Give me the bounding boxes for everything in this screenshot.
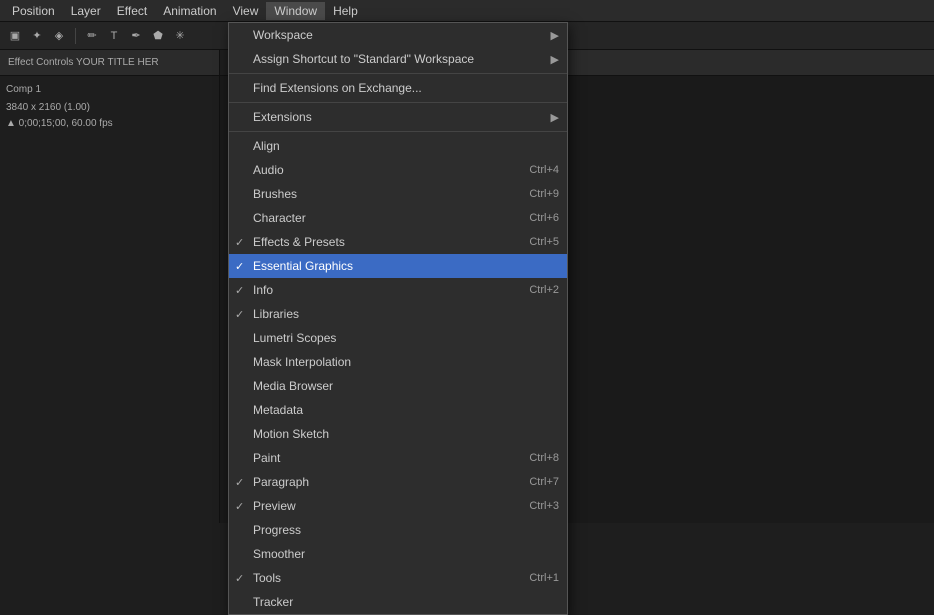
menu-item-mask-interpolation[interactable]: Mask Interpolation [229,350,567,374]
menu-item-mask-interpolation-label: Mask Interpolation [253,355,351,369]
menu-item-tools[interactable]: ✓ Tools Ctrl+1 [229,566,567,590]
menu-item-find-extensions[interactable]: Find Extensions on Exchange... [229,76,567,100]
menu-item-info-shortcut: Ctrl+2 [529,284,559,296]
menu-item-info[interactable]: ✓ Info Ctrl+2 [229,278,567,302]
dropdown-overlay: Workspace ▶ Assign Shortcut to "Standard… [0,0,934,523]
menu-item-effects-presets-shortcut: Ctrl+5 [529,236,559,248]
menu-item-tracker[interactable]: Tracker [229,590,567,614]
menu-item-character[interactable]: Character Ctrl+6 [229,206,567,230]
check-preview: ✓ [235,500,244,513]
menu-item-tracker-label: Tracker [253,595,293,609]
menu-item-essential-graphics-label: Essential Graphics [253,259,353,273]
menu-item-metadata[interactable]: Metadata [229,398,567,422]
menu-item-tools-label: Tools [253,571,281,585]
menu-item-motion-sketch[interactable]: Motion Sketch [229,422,567,446]
menu-item-workspace-label: Workspace [253,28,313,42]
menu-item-extensions-label: Extensions [253,110,312,124]
menu-item-brushes[interactable]: Brushes Ctrl+9 [229,182,567,206]
menu-separator-2 [229,102,567,103]
menu-item-paint[interactable]: Paint Ctrl+8 [229,446,567,470]
menu-item-align[interactable]: Align [229,134,567,158]
menu-item-smoother-label: Smoother [253,547,305,561]
menu-item-paint-label: Paint [253,451,280,465]
menu-item-paragraph-label: Paragraph [253,475,309,489]
menu-item-preview-label: Preview [253,499,296,513]
menu-item-align-label: Align [253,139,280,153]
menu-item-libraries[interactable]: ✓ Libraries [229,302,567,326]
submenu-arrow-extensions: ▶ [551,111,559,124]
menu-item-lumetri-scopes-label: Lumetri Scopes [253,331,336,345]
menu-item-assign-shortcut-label: Assign Shortcut to "Standard" Workspace [253,52,474,66]
menu-separator-3 [229,131,567,132]
menu-item-paragraph-shortcut: Ctrl+7 [529,476,559,488]
menu-item-libraries-label: Libraries [253,307,299,321]
check-info: ✓ [235,284,244,297]
menu-item-character-shortcut: Ctrl+6 [529,212,559,224]
menu-item-effects-presets-label: Effects & Presets [253,235,345,249]
menu-item-progress-label: Progress [253,523,301,537]
menu-item-lumetri-scopes[interactable]: Lumetri Scopes [229,326,567,350]
menu-item-media-browser[interactable]: Media Browser [229,374,567,398]
menu-item-brushes-label: Brushes [253,187,297,201]
check-tools: ✓ [235,572,244,585]
menu-item-brushes-shortcut: Ctrl+9 [529,188,559,200]
submenu-arrow-assign: ▶ [551,53,559,66]
menu-item-metadata-label: Metadata [253,403,303,417]
menu-item-character-label: Character [253,211,306,225]
menu-item-smoother[interactable]: Smoother [229,542,567,566]
check-effects-presets: ✓ [235,236,244,249]
menu-item-essential-graphics[interactable]: ✓ Essential Graphics [229,254,567,278]
menu-item-paragraph[interactable]: ✓ Paragraph Ctrl+7 [229,470,567,494]
menu-item-audio-shortcut: Ctrl+4 [529,164,559,176]
menu-item-motion-sketch-label: Motion Sketch [253,427,329,441]
menu-item-info-label: Info [253,283,273,297]
menu-item-audio-label: Audio [253,163,284,177]
menu-item-paint-shortcut: Ctrl+8 [529,452,559,464]
menu-item-workspace[interactable]: Workspace ▶ [229,23,567,47]
menu-item-audio[interactable]: Audio Ctrl+4 [229,158,567,182]
submenu-arrow-workspace: ▶ [551,29,559,42]
menu-item-find-extensions-label: Find Extensions on Exchange... [253,81,422,95]
menu-item-preview-shortcut: Ctrl+3 [529,500,559,512]
check-libraries: ✓ [235,308,244,321]
menu-item-effects-presets[interactable]: ✓ Effects & Presets Ctrl+5 [229,230,567,254]
window-dropdown-menu: Workspace ▶ Assign Shortcut to "Standard… [228,22,568,615]
check-paragraph: ✓ [235,476,244,489]
menu-item-tools-shortcut: Ctrl+1 [529,572,559,584]
menu-item-preview[interactable]: ✓ Preview Ctrl+3 [229,494,567,518]
check-essential-graphics: ✓ [235,260,244,273]
menu-item-progress[interactable]: Progress [229,518,567,542]
menu-separator-1 [229,73,567,74]
menu-item-assign-shortcut[interactable]: Assign Shortcut to "Standard" Workspace … [229,47,567,71]
menu-item-media-browser-label: Media Browser [253,379,333,393]
menu-item-extensions[interactable]: Extensions ▶ [229,105,567,129]
